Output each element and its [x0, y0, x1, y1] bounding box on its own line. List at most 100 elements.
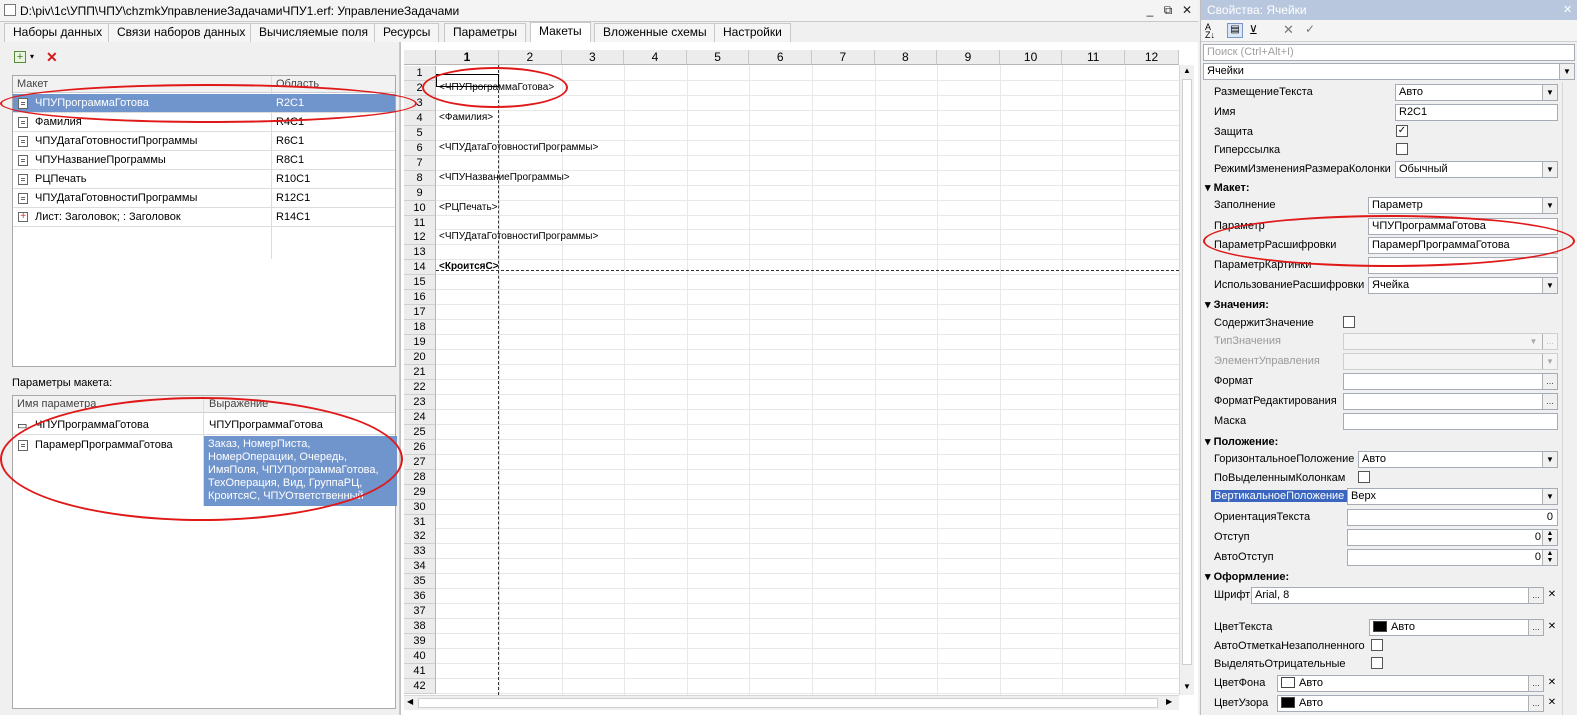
row-header[interactable]: 37 — [404, 604, 436, 620]
filter-icon[interactable]: ⊻ — [1249, 23, 1258, 37]
tab-parameters[interactable]: Параметры — [444, 23, 526, 42]
scroll-right-icon[interactable]: ▶ — [1166, 697, 1172, 706]
font-field[interactable]: Arial, 8… — [1251, 587, 1544, 604]
row-header[interactable]: 14 — [404, 260, 436, 276]
add-layout-icon[interactable]: + — [14, 51, 26, 63]
row-header[interactable]: 36 — [404, 589, 436, 605]
tab-calculated-fields[interactable]: Вычисляемые поля — [250, 23, 378, 42]
col-header-layout[interactable]: Макет — [17, 78, 48, 90]
row-header[interactable]: 33 — [404, 544, 436, 560]
auto-indent-field[interactable]: 0 ▲ ▼ — [1347, 549, 1558, 566]
scroll-down-icon[interactable]: ▼ — [1183, 682, 1191, 691]
background-color-field[interactable]: Авто… — [1277, 675, 1544, 692]
column-header[interactable]: 3 — [561, 50, 625, 65]
row-header[interactable]: 34 — [404, 559, 436, 575]
column-header[interactable]: 5 — [686, 50, 750, 65]
clear-pattern-color-icon[interactable]: ✕ — [1545, 696, 1559, 710]
restore-button[interactable]: ⧉ — [1160, 2, 1176, 18]
expand-icon[interactable]: + — [18, 212, 28, 222]
row-header[interactable]: 27 — [404, 454, 436, 470]
clear-bg-color-icon[interactable]: ✕ — [1545, 676, 1559, 690]
row-header[interactable]: 42 — [404, 678, 436, 694]
format-field[interactable]: … — [1343, 373, 1558, 390]
properties-close-button[interactable]: ✕ — [1563, 3, 1572, 16]
clear-font-icon[interactable]: ✕ — [1545, 588, 1559, 602]
row-header[interactable]: 35 — [404, 574, 436, 590]
row-header[interactable]: 4 — [404, 110, 436, 126]
hyperlink-checkbox[interactable] — [1396, 143, 1408, 155]
row-header[interactable]: 12 — [404, 230, 436, 246]
column-header[interactable]: 7 — [812, 50, 875, 65]
column-header[interactable]: 6 — [749, 50, 812, 65]
by-selected-columns-checkbox[interactable] — [1358, 471, 1370, 483]
layout-row[interactable]: ЧПУДатаГотовностиПрограммы R12C1 — [13, 189, 395, 208]
row-header[interactable]: 40 — [404, 649, 436, 665]
column-header[interactable]: 10 — [999, 50, 1063, 65]
row-header[interactable]: 21 — [404, 365, 436, 380]
indent-field[interactable]: 0 ▲ ▼ — [1347, 529, 1558, 546]
chevron-down-icon[interactable]: ▾ — [30, 52, 34, 61]
row-header[interactable]: 20 — [404, 350, 436, 366]
layout-row[interactable]: РЦПечать R10C1 — [13, 170, 395, 189]
properties-search-input[interactable]: Поиск (Ctrl+Alt+I) — [1203, 44, 1575, 61]
column-header[interactable]: 11 — [1062, 50, 1125, 65]
row-header[interactable]: 7 — [404, 155, 436, 171]
sheet-corner[interactable] — [404, 50, 436, 65]
minimize-button[interactable]: _ — [1142, 2, 1158, 18]
scroll-up-icon[interactable]: ▲ — [1183, 66, 1191, 75]
column-header[interactable]: 8 — [874, 50, 938, 65]
row-header[interactable]: 8 — [404, 170, 436, 186]
row-header[interactable]: 31 — [404, 514, 436, 530]
row-header[interactable]: 16 — [404, 290, 436, 306]
row-header[interactable]: 9 — [404, 185, 436, 201]
column-header[interactable]: 4 — [624, 50, 687, 65]
sort-alphabetical-icon[interactable]: A Z↓ — [1205, 23, 1215, 40]
group-layout[interactable]: ▾ Макет: — [1205, 181, 1250, 194]
highlight-negative-checkbox[interactable] — [1371, 657, 1383, 669]
tab-settings[interactable]: Настройки — [714, 23, 791, 42]
tab-dataset-links[interactable]: Связи наборов данных — [108, 23, 255, 42]
vertical-scrollbar[interactable]: ▲ ▼ — [1179, 65, 1194, 695]
sheet-cell[interactable]: <Фамилия> — [439, 112, 493, 123]
group-values[interactable]: ▾ Значения: — [1205, 298, 1269, 311]
row-header[interactable]: 25 — [404, 424, 436, 440]
sheet-cell[interactable]: <ЧПУДатаГотовностиПрограммы> — [439, 142, 598, 153]
layout-spreadsheet[interactable]: 1 2 3 4 5 6 7 8 9 10 11 12 1 2 3 4 5 6 7 8 9 10 11 12 13 14 15 16 1… — [400, 42, 1198, 715]
close-button[interactable]: ✕ — [1179, 2, 1195, 18]
tab-nested-schemas[interactable]: Вложенные схемы — [594, 23, 716, 42]
layout-row[interactable]: ЧПУНазваниеПрограммы R8C1 — [13, 151, 395, 170]
layout-row[interactable]: ЧПУДатаГотовностиПрограммы R6C1 — [13, 132, 395, 151]
column-header[interactable]: 9 — [937, 50, 1000, 65]
fill-select[interactable]: Параметр ▼ — [1368, 197, 1558, 214]
mask-field[interactable] — [1343, 413, 1558, 430]
group-design[interactable]: ▾ Оформление: — [1205, 570, 1289, 583]
properties-scrollbar[interactable] — [1562, 82, 1576, 715]
row-header[interactable]: 17 — [404, 305, 436, 321]
row-header[interactable]: 15 — [404, 275, 436, 291]
chevron-down-icon[interactable]: ▼ — [1559, 64, 1574, 79]
layout-row[interactable]: + Лист: Заголовок; : Заголовок R14C1 — [13, 208, 395, 227]
row-header[interactable]: 6 — [404, 140, 436, 156]
horizontal-position-select[interactable]: Авто ▼ — [1358, 451, 1558, 468]
vertical-position-select[interactable]: Верх ▼ — [1347, 488, 1558, 505]
row-header[interactable]: 32 — [404, 529, 436, 545]
delete-icon[interactable]: ✕ — [46, 49, 58, 66]
row-header[interactable]: 24 — [404, 409, 436, 425]
column-header[interactable]: 2 — [499, 50, 562, 65]
row-header[interactable]: 41 — [404, 664, 436, 679]
row-header[interactable]: 28 — [404, 469, 436, 485]
scroll-left-icon[interactable]: ◀ — [407, 697, 413, 706]
group-position[interactable]: ▾ Положение: — [1205, 435, 1278, 448]
sheet-cell[interactable]: <РЦПечать> — [439, 202, 498, 213]
pattern-color-field[interactable]: Авто… — [1277, 695, 1544, 712]
row-header[interactable]: 5 — [404, 125, 436, 141]
categorized-icon[interactable]: ▤ — [1227, 23, 1243, 38]
clear-text-color-icon[interactable]: ✕ — [1545, 620, 1559, 634]
vertical-position-label[interactable]: ВертикальноеПоложение — [1211, 490, 1348, 502]
sheet-cell[interactable]: <ЧПУДатаГотовностиПрограммы> — [439, 231, 598, 242]
text-orientation-field[interactable]: 0 — [1347, 509, 1558, 526]
text-color-field[interactable]: Авто… — [1369, 619, 1544, 636]
edit-format-field[interactable]: … — [1343, 393, 1558, 410]
tab-layouts[interactable]: Макеты — [530, 22, 591, 42]
protection-checkbox[interactable]: ✓ — [1396, 125, 1408, 137]
